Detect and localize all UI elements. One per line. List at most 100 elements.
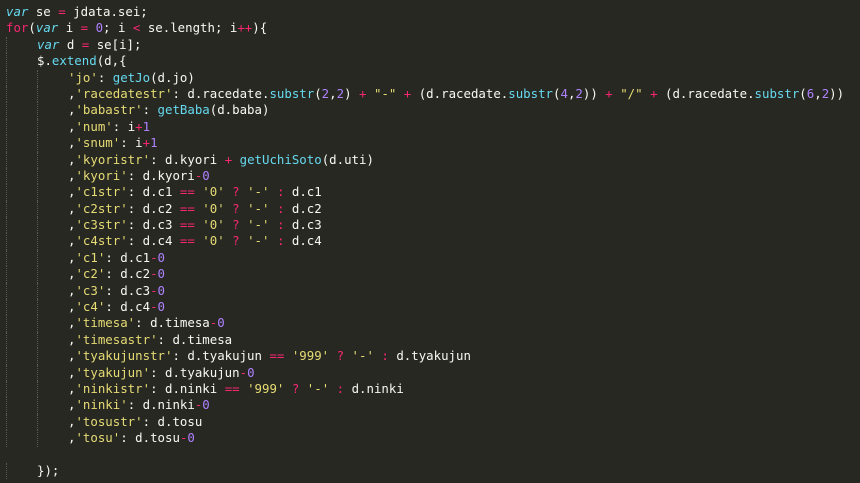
- code-token: 'c3str': [75, 217, 128, 233]
- code-line[interactable]: ,'c2': d.c2-0: [0, 266, 860, 283]
- code-editor[interactable]: var se = jdata.sei; for(var i = 0; i < se…: [0, 0, 860, 483]
- code-token: 'c2str': [75, 200, 128, 216]
- code-token: : d.kyori: [127, 167, 195, 183]
- code-token: (d.baba): [209, 102, 270, 118]
- indent-guide: [37, 430, 38, 447]
- code-line[interactable]: for(var i = 0; i < se.length; i++){: [0, 20, 860, 36]
- code-line[interactable]: var d = se[i];: [0, 36, 860, 54]
- code-line[interactable]: ,'kyori': d.kyori-0: [0, 167, 860, 185]
- code-token: : d.c1: [105, 249, 151, 265]
- code-token: 0: [157, 249, 166, 265]
- indent-guide: [37, 217, 38, 234]
- code-token: ==: [179, 217, 195, 233]
- code-token: : d.racedate.: [172, 85, 270, 101]
- code-line[interactable]: ,'c2str': d.c2 == '0' ? '-' : d.c2: [0, 200, 860, 218]
- code-token: 'timesa': [75, 315, 136, 331]
- code-token: : d.tosu: [120, 430, 180, 446]
- code-line[interactable]: ,'c1': d.c1-0: [0, 249, 860, 267]
- code-token: : d.c2: [105, 266, 151, 282]
- code-token: (d.racedate.: [657, 85, 755, 101]
- code-line[interactable]: ,'babastr': getBaba(d.baba): [0, 102, 860, 119]
- indent-guide: [37, 118, 38, 136]
- code-token: +: [605, 85, 613, 101]
- code-token: 'tyakujunstr': [75, 348, 173, 364]
- code-line[interactable]: ,'tyakujunstr': d.tyakujun == '999' ? '-…: [0, 348, 860, 365]
- code-token: -: [150, 266, 158, 282]
- code-line[interactable]: ,'tyakujun': d.tyakujun-0: [0, 364, 860, 381]
- code-token: (d.uti): [321, 151, 374, 167]
- indent-guide: [6, 397, 7, 414]
- code-line[interactable]: ,'c1str': d.c1 == '0' ? '-' : d.c1: [0, 184, 860, 201]
- code-token: 'kyoristr': [75, 151, 151, 167]
- code-token: ,: [329, 85, 337, 101]
- code-line[interactable]: ,'timesa': d.timesa-0: [0, 315, 860, 332]
- code-token: '-': [306, 380, 330, 396]
- code-token: '-': [247, 217, 270, 233]
- code-token: 'c1': [75, 249, 106, 265]
- code-token: var: [6, 4, 29, 19]
- indent-guide: [6, 430, 7, 447]
- code-line[interactable]: var se = jdata.sei;: [0, 4, 860, 20]
- code-line[interactable]: ,'kyoristr': d.kyori + getUchiSoto(d.uti…: [0, 151, 860, 168]
- indent-guide: [37, 69, 38, 86]
- indent-guide: [37, 167, 38, 185]
- code-token: d.c3: [284, 217, 322, 233]
- indent-guide: [6, 167, 7, 185]
- code-line[interactable]: ,'snum': i+1: [0, 135, 860, 152]
- code-token: ,: [814, 85, 822, 101]
- indent-guide: [37, 299, 38, 316]
- code-token: ; i: [103, 20, 133, 36]
- indent-guide: [37, 151, 38, 168]
- code-line[interactable]: ,'c3str': d.c3 == '0' ? '-' : d.c3: [0, 217, 860, 234]
- code-line[interactable]: ,'c4str': d.c4 == '0' ? '-' : d.c4: [0, 233, 860, 250]
- code-token: : i: [112, 118, 136, 134]
- indent-guide: [37, 249, 38, 267]
- code-line[interactable]: ,'num': i+1: [0, 118, 860, 136]
- indent-guide: [37, 413, 38, 431]
- code-line[interactable]: $.extend(d,{: [0, 53, 860, 70]
- code-token: 0: [157, 299, 166, 315]
- code-line[interactable]: ,'ninkistr': d.ninki == '999' ? '-' : d.…: [0, 380, 860, 398]
- code-line[interactable]: [0, 447, 860, 463]
- code-line[interactable]: });: [0, 462, 860, 480]
- code-line[interactable]: ,'c4': d.c4-0: [0, 299, 860, 316]
- code-token: :: [142, 102, 158, 118]
- code-token: d: [59, 36, 82, 52]
- code-token: d.ninki: [344, 380, 404, 396]
- code-line[interactable]: ,'tosu': d.tosu-0: [0, 430, 860, 447]
- code-line[interactable]: ,'timesastr': d.timesa: [0, 331, 860, 349]
- code-token: 'ninki': [75, 397, 128, 413]
- code-token: '-': [351, 348, 374, 364]
- code-token: 'tosustr': [75, 413, 143, 429]
- code-line[interactable]: ,'ninki': d.ninki-0: [0, 397, 860, 414]
- indent-guide: [6, 184, 7, 201]
- indent-guide: [37, 397, 38, 414]
- indent-guide: [6, 266, 7, 283]
- code-token: i: [58, 20, 81, 36]
- code-token: : d.c4: [127, 233, 180, 249]
- code-line[interactable]: 'jo': getJo(d.jo): [0, 69, 860, 86]
- indent-guide: [6, 380, 7, 398]
- code-token: 1: [150, 135, 158, 151]
- code-line[interactable]: ,'racedatestr': d.racedate.substr(2,2) +…: [0, 85, 860, 103]
- code-token: 'c3': [75, 282, 106, 298]
- code-token: 'snum': [75, 135, 121, 151]
- code-token: : d.c4: [105, 299, 151, 315]
- code-token: se: [28, 4, 59, 19]
- code-token: : d.timesa: [135, 315, 210, 331]
- code-line[interactable]: ,'c3': d.c3-0: [0, 282, 860, 300]
- code-token: 'kyori': [75, 167, 128, 183]
- code-token: '0': [202, 184, 225, 200]
- code-token: ==: [269, 348, 285, 364]
- code-token: ==: [179, 200, 195, 216]
- code-line[interactable]: ,'tosustr': d.tosu: [0, 413, 860, 431]
- code-token: 'ninkistr': [75, 380, 151, 396]
- code-token: 'c4str': [75, 233, 128, 249]
- code-token: for: [6, 20, 29, 36]
